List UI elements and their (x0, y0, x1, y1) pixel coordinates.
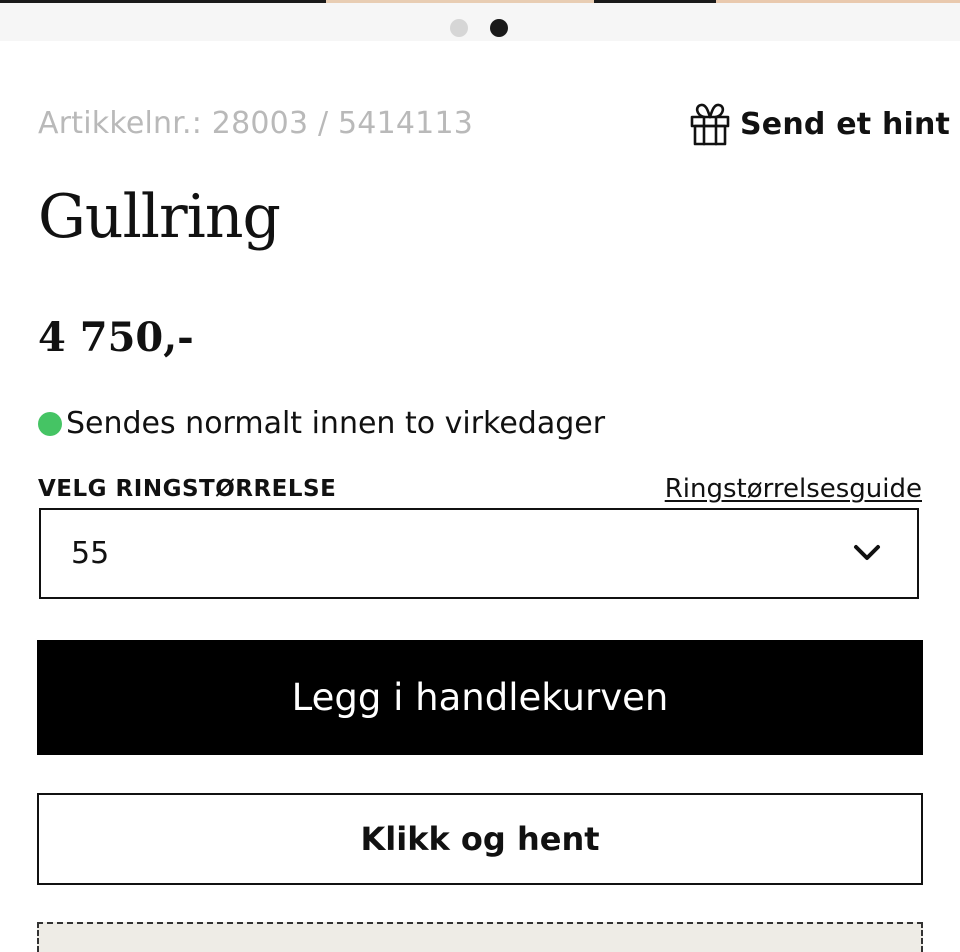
click-and-collect-button[interactable]: Klikk og hent (37, 793, 923, 885)
image-gallery[interactable] (0, 0, 960, 41)
ring-size-guide-link[interactable]: Ringstørrelsesguide (665, 474, 922, 504)
product-title: Gullring (38, 182, 281, 252)
in-stock-indicator-icon (38, 411, 62, 436)
ring-size-select[interactable]: 55 (39, 508, 919, 599)
send-hint-label: Send et hint (740, 106, 951, 142)
send-hint-button[interactable]: Send et hint (688, 98, 950, 150)
gallery-image-edge (326, 0, 594, 3)
product-price: 4 750,- (38, 314, 194, 361)
ring-size-selected-value: 55 (71, 536, 110, 571)
stock-status: Sendes normalt innen to virkedager (38, 406, 605, 441)
info-box (37, 922, 923, 952)
gallery-dot-2-active[interactable] (490, 19, 508, 37)
gift-icon (690, 103, 730, 146)
chevron-down-icon (854, 545, 880, 560)
article-number: Artikkelnr.: 28003 / 5414113 (38, 106, 474, 141)
gallery-image-edge (716, 0, 960, 3)
gallery-dot-1[interactable] (450, 19, 468, 37)
gallery-image-edge (594, 0, 716, 3)
add-to-cart-button[interactable]: Legg i handlekurven (37, 640, 923, 755)
ring-size-label: VELG RINGSTØRRELSE (38, 476, 337, 502)
stock-status-text: Sendes normalt innen to virkedager (66, 406, 606, 441)
gallery-image-edge (0, 0, 326, 3)
